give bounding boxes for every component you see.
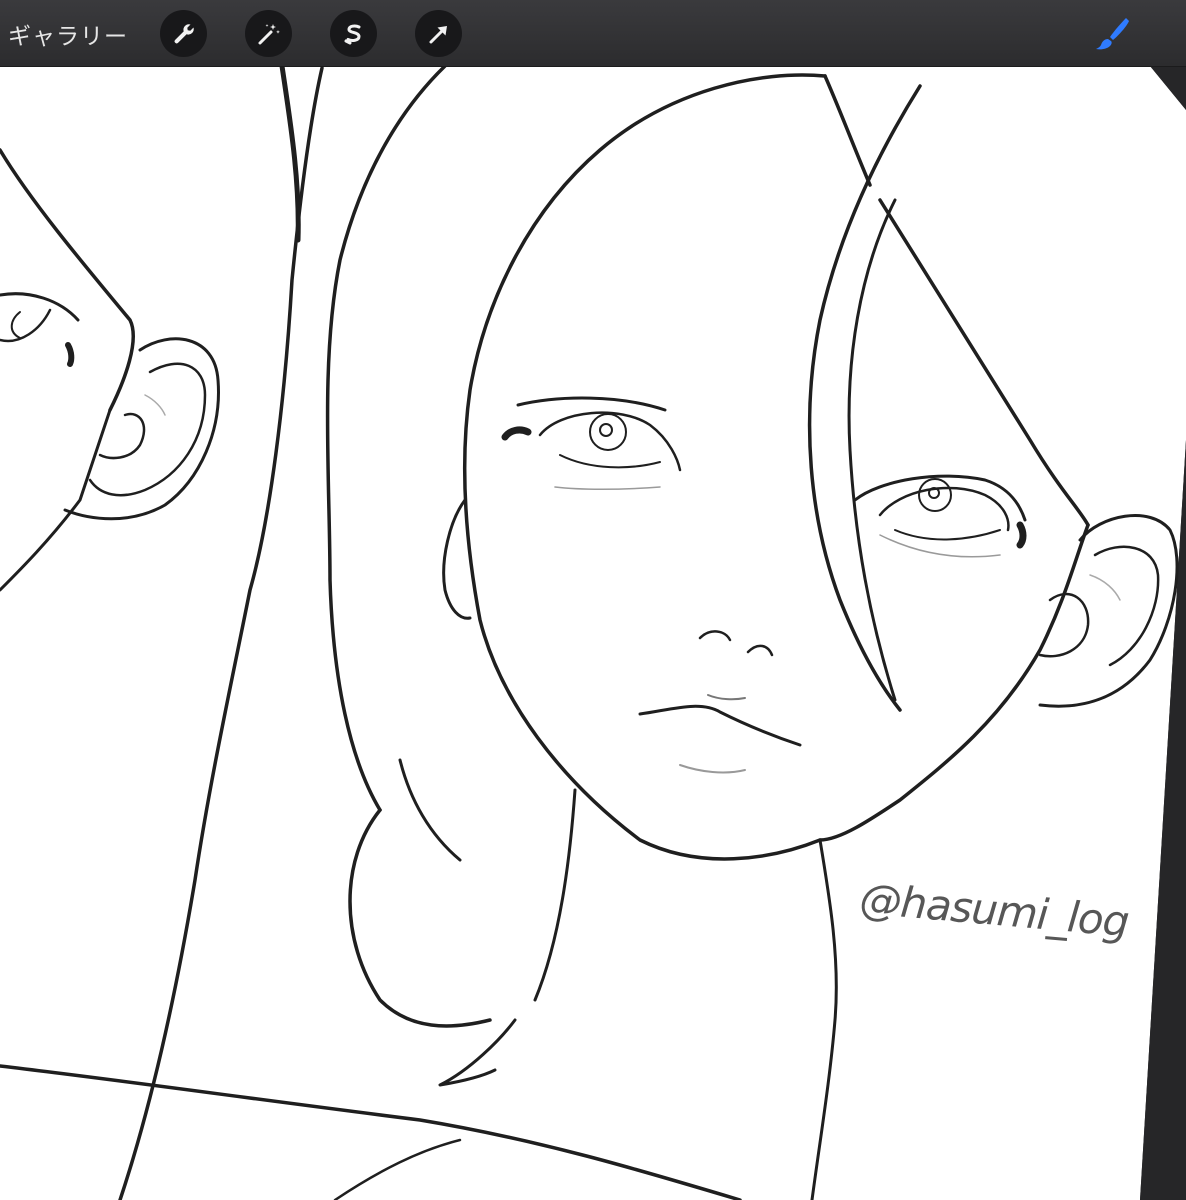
paper-sheet bbox=[0, 66, 1186, 1200]
transform-button[interactable] bbox=[415, 10, 462, 57]
gallery-button[interactable]: ギャラリー bbox=[8, 17, 128, 51]
procreate-app: ギャラリー @hasumi_log bbox=[0, 0, 1186, 1200]
wrench-icon bbox=[174, 23, 194, 43]
drawing-canvas[interactable]: @hasumi_log bbox=[0, 66, 1186, 1200]
adjustments-button[interactable] bbox=[245, 10, 292, 57]
selection-button[interactable] bbox=[330, 10, 377, 57]
paintbrush-icon bbox=[1096, 18, 1129, 50]
arrow-cursor-icon bbox=[429, 25, 447, 43]
selection-icon bbox=[344, 23, 361, 44]
sketch-artwork bbox=[0, 66, 1186, 1200]
brush-button[interactable] bbox=[1086, 8, 1138, 60]
actions-button[interactable] bbox=[160, 10, 207, 57]
top-toolbar: ギャラリー bbox=[0, 0, 1186, 67]
magic-wand-icon bbox=[258, 23, 280, 44]
